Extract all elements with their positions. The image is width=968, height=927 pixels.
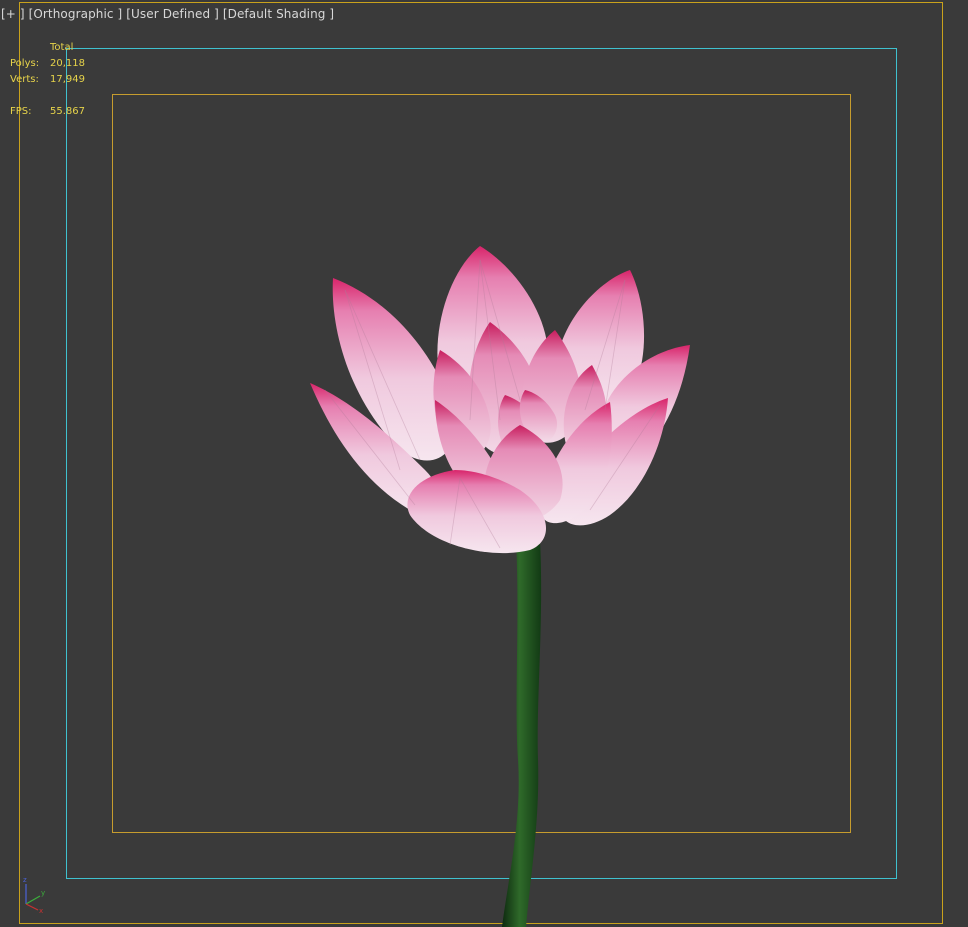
y-axis-label: y	[41, 889, 45, 897]
fps-label: FPS:	[10, 106, 32, 117]
verts-value: 17,949	[50, 74, 85, 85]
polys-label: Polys:	[10, 58, 40, 69]
lotus-model[interactable]	[0, 0, 968, 927]
viewport-menu-button[interactable]: [+ ]	[1, 7, 25, 21]
verts-label: Verts:	[10, 74, 39, 85]
stats-total-header: Total	[50, 42, 74, 53]
viewport-label: [+ ] [Orthographic ] [User Defined ] [De…	[1, 7, 334, 21]
axis-gizmo-icon: z y x	[23, 876, 45, 914]
polys-value: 20,118	[50, 58, 85, 69]
stem	[502, 540, 542, 927]
x-axis-line	[25, 903, 39, 911]
x-axis-label: x	[39, 907, 43, 914]
y-axis-line	[25, 895, 41, 905]
viewport[interactable]: [+ ] [Orthographic ] [User Defined ] [De…	[0, 0, 968, 927]
z-axis-label: z	[23, 876, 27, 884]
camera-button[interactable]: [User Defined ]	[126, 7, 219, 21]
view-type-button[interactable]: [Orthographic ]	[29, 7, 123, 21]
shading-mode-button[interactable]: [Default Shading ]	[223, 7, 334, 21]
fps-value: 55.867	[50, 106, 85, 117]
